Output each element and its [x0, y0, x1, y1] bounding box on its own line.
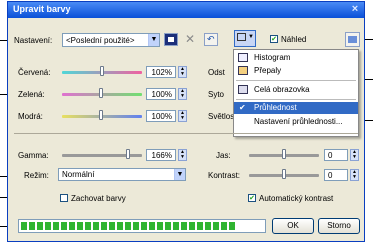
chevron-down-icon[interactable]: ▼ — [174, 169, 185, 180]
close-icon[interactable]: × — [349, 4, 361, 16]
delete-icon: ✕ — [184, 32, 196, 46]
preserve-colors-label: Zachovat barvy — [71, 194, 126, 203]
undo-icon: ↶ — [207, 34, 215, 44]
blue-spinner[interactable]: ▲ ▼ — [178, 110, 187, 122]
mode-select[interactable]: Normální ▼ — [58, 168, 186, 181]
contrast-value-field[interactable]: 0 — [324, 169, 348, 181]
histogram-icon — [238, 53, 248, 62]
auto-contrast-label: Automatický kontrast — [259, 194, 334, 203]
contrast-label: Kontrast: — [208, 171, 241, 180]
cancel-button[interactable]: Storno — [318, 218, 360, 234]
settings-select[interactable]: <Poslední použité> ▼ — [62, 33, 160, 47]
monitor-icon — [238, 85, 248, 94]
menu-separator — [236, 99, 356, 100]
menu-item-fullscreen[interactable]: Celá obrazovka — [234, 84, 358, 96]
preview-label: Náhled — [281, 35, 307, 44]
display-icon — [237, 33, 246, 41]
blue-value-field[interactable]: 100% — [146, 110, 176, 122]
title-bar: Upravit barvy × — [8, 2, 364, 18]
save-preset-button[interactable] — [164, 33, 178, 46]
hue-label: Odst — [208, 68, 225, 77]
menu-separator — [236, 80, 356, 81]
progress-fill — [21, 222, 235, 230]
progress-bar — [18, 219, 266, 233]
red-value-field[interactable]: 102% — [146, 66, 176, 78]
green-label: Zelená: — [18, 90, 45, 99]
green-slider-thumb[interactable] — [99, 88, 103, 98]
chevron-down-icon[interactable]: ▼ — [148, 34, 159, 46]
menu-item-transparency[interactable]: ✔ Průhlednost — [234, 102, 358, 114]
auto-contrast-checkbox[interactable]: ✔ — [248, 194, 256, 202]
color-adjust-dialog: Upravit barvy × Nastavení: <Poslední pou… — [7, 1, 365, 242]
check-icon: ✔ — [239, 103, 246, 112]
blue-label: Modrá: — [18, 112, 43, 121]
contrast-slider-thumb[interactable] — [282, 169, 286, 179]
preview-checkbox[interactable]: ✔ — [270, 35, 278, 43]
gamma-slider-thumb[interactable] — [126, 149, 130, 159]
blue-slider-thumb[interactable] — [99, 110, 103, 120]
split-view-icon — [348, 36, 357, 43]
red-label: Červená: — [18, 68, 51, 77]
green-value-field[interactable]: 100% — [146, 88, 176, 100]
preserve-colors-checkbox[interactable] — [60, 194, 68, 202]
brightness-slider-thumb[interactable] — [282, 149, 286, 159]
view-options-menu: Histogram Přepaly Celá obrazovka ✔ Průhl… — [233, 49, 359, 137]
chevron-down-icon: ▼ — [248, 34, 254, 40]
red-spinner[interactable]: ▲ ▼ — [178, 66, 187, 78]
mode-label: Režim: — [24, 171, 49, 180]
menu-item-transparency-settings[interactable]: Nastavení průhlednosti... — [234, 116, 358, 128]
dialog-title: Upravit barvy — [13, 4, 71, 14]
settings-value: <Poslední použité> — [66, 36, 135, 45]
section-divider — [14, 133, 358, 134]
red-slider-thumb[interactable] — [100, 66, 104, 76]
split-view-button[interactable] — [345, 32, 360, 47]
view-options-button[interactable]: ▼ — [234, 30, 256, 47]
menu-item-histogram[interactable]: Histogram — [234, 52, 358, 64]
settings-label: Nastavení: — [14, 36, 53, 45]
brightness-label: Jas: — [216, 151, 231, 160]
brightness-spinner[interactable]: ▲ ▼ — [350, 149, 359, 161]
contrast-spinner[interactable]: ▲ ▼ — [350, 169, 359, 181]
menu-item-overexposure[interactable]: Přepaly — [234, 65, 358, 77]
reset-button[interactable]: ↶ — [204, 33, 218, 46]
green-spinner[interactable]: ▲ ▼ — [178, 88, 187, 100]
saturation-label: Syto — [208, 90, 225, 99]
gamma-slider-track[interactable] — [62, 154, 142, 157]
gamma-value-field[interactable]: 166% — [146, 149, 176, 161]
floppy-icon — [168, 37, 174, 42]
delete-preset-button[interactable]: ✕ — [183, 33, 197, 46]
brightness-value-field[interactable]: 0 — [324, 149, 348, 161]
overexposure-icon — [238, 66, 248, 75]
gamma-label: Gamma: — [18, 151, 49, 160]
lightness-label: Světlos — [208, 112, 235, 121]
ok-button[interactable]: OK — [272, 218, 314, 234]
gamma-spinner[interactable]: ▲ ▼ — [178, 149, 187, 161]
